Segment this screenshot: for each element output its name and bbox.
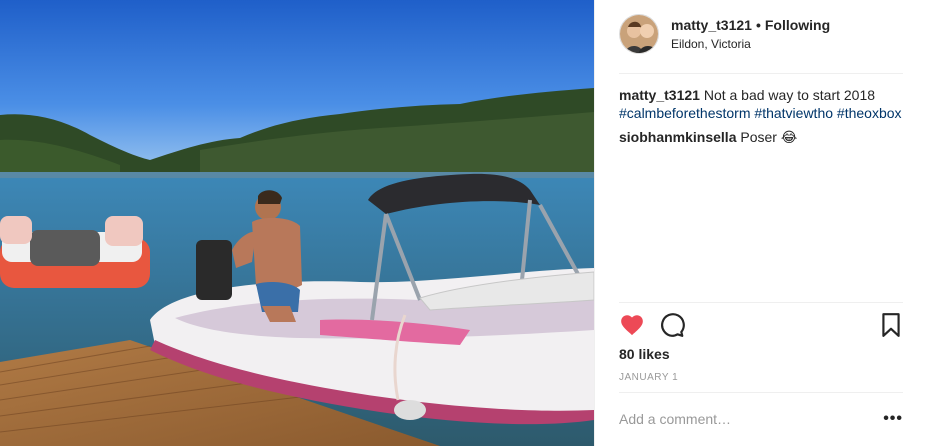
add-comment-bar: ••• <box>619 404 903 434</box>
header-text: matty_t3121 • Following Eildon, Victoria <box>671 16 830 52</box>
post-header: matty_t3121 • Following Eildon, Victoria <box>619 14 830 54</box>
hashtag-link[interactable]: #calmbeforethestorm <box>619 105 751 121</box>
following-button[interactable]: Following <box>765 17 830 33</box>
post-date: JANUARY 1 <box>619 372 679 383</box>
header-line: matty_t3121 • Following <box>671 16 830 34</box>
avatar[interactable] <box>619 14 659 54</box>
comments-list: matty_t3121 Not a bad way to start 2018 … <box>619 86 904 152</box>
comment-input[interactable] <box>619 411 883 427</box>
post-sidebar: matty_t3121 • Following Eildon, Victoria m… <box>594 0 927 446</box>
instagram-post: matty_t3121 • Following Eildon, Victoria m… <box>0 0 927 446</box>
more-options-icon[interactable]: ••• <box>883 410 903 428</box>
heart-icon[interactable] <box>619 312 645 338</box>
photo-boat-on-lake <box>0 0 594 446</box>
comment-bubble-icon[interactable] <box>659 312 685 338</box>
hashtag-link[interactable]: #thatviewtho <box>754 105 833 121</box>
bookmark-icon[interactable] <box>878 312 904 338</box>
username-link[interactable]: matty_t3121 <box>671 17 752 33</box>
post-photo[interactable] <box>0 0 594 446</box>
comment-username[interactable]: siobhanmkinsella <box>619 129 736 145</box>
actions-divider <box>619 302 903 303</box>
separator-dot: • <box>755 17 761 33</box>
location-link[interactable]: Eildon, Victoria <box>671 36 830 52</box>
caption-username[interactable]: matty_t3121 <box>619 87 700 103</box>
caption-text: Not a bad way to start 2018 <box>699 87 876 103</box>
caption: matty_t3121 Not a bad way to start 2018 … <box>619 86 904 122</box>
hashtag-link[interactable]: #theoxbox <box>837 105 902 121</box>
comment-item: siobhanmkinsella Poser 😂 <box>619 128 904 146</box>
user-avatar-photo <box>620 15 658 53</box>
comment-divider <box>619 392 903 393</box>
action-bar <box>619 312 904 340</box>
laughing-emoji-icon: 😂 <box>780 129 798 145</box>
header-divider <box>619 73 903 74</box>
comment-text: Poser <box>736 129 781 145</box>
likes-count[interactable]: 80 likes <box>619 346 670 362</box>
